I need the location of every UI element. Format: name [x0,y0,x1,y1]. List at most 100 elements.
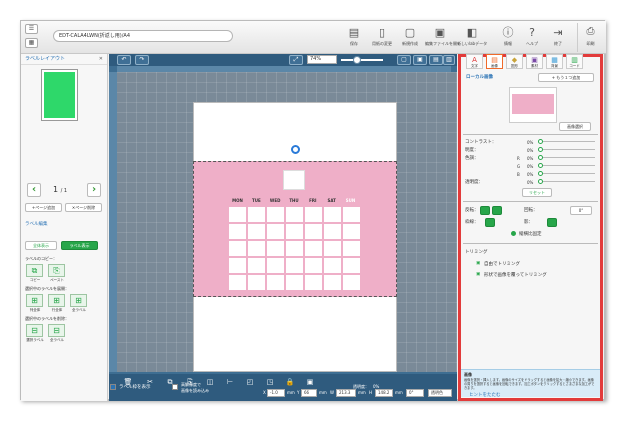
delete-page-button[interactable]: ✕ページ削除 [65,203,102,212]
tab-material[interactable]: ▣ 素材 [526,54,543,69]
day-cell [324,241,341,256]
contrast-label: コントラスト： [465,140,497,145]
expand-column-button[interactable]: ⊞ [26,294,43,307]
page-change-button[interactable]: ▯ 用紙の変更 [367,24,397,52]
day-cell [343,224,360,239]
open-file-button[interactable]: ▣ 編集ファイルを開く [425,24,461,52]
material-tab-icon: ▣ [531,56,538,64]
save-button[interactable]: ▤ 保存 [339,24,369,52]
day-cell [305,207,322,222]
exit-button[interactable]: ⇥ 終了 [543,24,573,52]
border-button[interactable] [485,218,495,227]
page-thumbnail[interactable] [41,69,78,121]
expand-row-button[interactable]: ⊞ [48,294,65,307]
day-cell [324,207,341,222]
day-cell [286,275,303,290]
new-button[interactable]: ▢ 新規作成 [395,24,425,52]
page-total: / 1 [60,188,68,194]
day-cell [286,258,303,273]
delete-selected-icon: ⊟ [31,326,38,335]
trim-shape-button[interactable]: 形状で画像を覆ってトリミング [484,272,547,278]
rotate-handle-icon[interactable] [291,145,300,154]
trim-free-button[interactable]: 自由でトリミング [484,261,520,267]
grid-icon[interactable]: ▦ [25,38,38,48]
tab-background[interactable]: ▦ 背景 [546,54,563,69]
select-image-button[interactable]: 画像選択 [559,122,591,131]
text-tab-icon: A [472,56,477,64]
reset-button[interactable]: リセット [522,188,552,197]
photo-placeholder[interactable] [283,170,305,190]
view-icon-1[interactable]: ▢ [397,55,411,65]
copy-button[interactable]: ⧉ [26,264,43,277]
show-frame-label: ラベル枠を表示 [119,385,151,390]
tab-text[interactable]: A 文字 [466,54,483,69]
fit-icon[interactable]: ⤢ [289,55,303,65]
day-cell [267,224,284,239]
new-label: 新規作成 [402,41,418,46]
show-frame-checkbox[interactable] [110,384,116,390]
transparency-label: 透明度： [465,180,483,185]
image-tab-icon: ▤ [491,56,498,64]
weekday-header: MON TUE WED THU FRI SAT SUN [229,198,359,205]
day-cell [286,224,303,239]
page-current: 1 [53,185,59,194]
view-icon-3[interactable]: ▤ [429,55,443,65]
paste-button[interactable]: ⎘ [48,264,65,277]
trimming-heading: トリミング [465,250,488,255]
close-icon[interactable]: ✕ [99,54,103,65]
redo-icon[interactable]: ↷ [135,55,149,65]
transparent-color-button[interactable]: 透明色 [428,389,452,397]
print-button[interactable]: ⎙ 印刷 [577,23,603,52]
border-label: 枠線： [465,220,479,225]
expand-all-button[interactable]: ⊞ [70,294,87,307]
image-preview-fill [512,94,554,114]
hint-close-button[interactable]: ヒントをたたむ [469,392,501,398]
work-area[interactable]: MON TUE WED THU FRI SAT SUN [117,72,457,372]
rotate-label: 回転： [524,208,538,213]
transparency-track [543,181,595,182]
copy-icon: ⧉ [31,266,38,275]
menu-icon[interactable]: ☰ [25,24,38,34]
tab-shape[interactable]: ◆ 図形 [506,54,523,69]
day-cell [267,241,284,256]
day-cell [324,258,341,273]
high-res-checkbox[interactable] [172,384,178,390]
editor-canvas: ↶ ↷ ⤢ 74% ▢ ▣ ▤ ▥ MON TUE WED THU FRI SA… [109,54,457,374]
shape-tab-icon: ◆ [511,56,518,64]
show-all-button[interactable]: 全体表示 [25,241,57,250]
zoom-slider[interactable] [341,56,383,64]
day-cell [343,241,360,256]
rotate-field[interactable]: 0° [570,206,592,215]
tab-image[interactable]: ▤ 画像 [486,54,503,69]
brightness-label: 明度： [465,148,479,153]
shadow-button[interactable] [547,218,557,227]
tab-background-label: 背景 [551,64,558,68]
view-icon-2[interactable]: ▣ [413,55,427,65]
zoom-slider-knob[interactable] [353,56,361,64]
main-toolbar: ☰ ▦ EDT-CALA4LWN(折返し用)/A4 ▤ 保存 ▯ 用紙の変更 ▢ 新規… [21,21,606,54]
view-icon-4[interactable]: ▥ [443,55,455,65]
hint-body: 画像を選択・挿入します。画像のサイズをドラッグすると画像を拡大・縮小できます。画… [464,378,595,390]
tab-shape-label: 図形 [511,64,518,68]
delete-all-button[interactable]: ⊟ [48,324,65,337]
add-page-button[interactable]: +ページ追加 [25,203,62,212]
weekday-sun: SUN [345,198,356,203]
zoom-field[interactable]: 74% [307,55,337,64]
b-label: B [517,172,520,177]
show-label-button[interactable]: ラベル表示 [61,241,98,250]
delete-selected-button[interactable]: ⊟ [26,324,43,337]
flip-horizontal-button[interactable] [480,206,490,215]
tab-code[interactable]: ▥ コード [566,54,583,69]
flip-vertical-button[interactable] [492,206,502,215]
filename-field[interactable]: EDT-CALA4LWN(折返し用)/A4 [53,30,233,42]
next-page-button[interactable]: › [87,183,101,197]
app-window: ☰ ▦ EDT-CALA4LWN(折返し用)/A4 ▤ 保存 ▯ 用紙の変更 ▢ 新規… [20,20,606,401]
keep-ratio-checkbox[interactable] [511,231,516,236]
calendar-grid: MON TUE WED THU FRI SAT SUN [229,198,360,290]
undo-icon[interactable]: ↶ [117,55,131,65]
add-another-button[interactable]: + もう１つ追加 [538,73,594,82]
prev-page-button[interactable]: ‹ [27,183,41,197]
weekday-sat: SAT [327,198,336,203]
new-data-button[interactable]: ◧ 新しいlabデータ [457,24,487,52]
paste-label: ペースト [50,278,64,282]
